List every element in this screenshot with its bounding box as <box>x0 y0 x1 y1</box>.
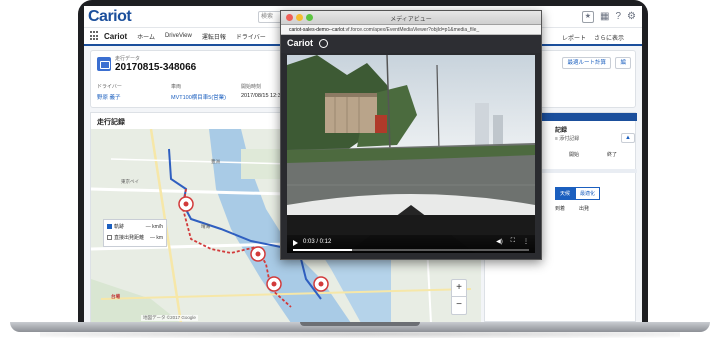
nav-item-more[interactable]: さらに表示 <box>594 33 624 42</box>
legend-checkbox-direct[interactable] <box>107 235 112 240</box>
field-start-time-value: 2017/08/15 12:33 <box>241 93 284 99</box>
field-driver-label: ドライバー <box>97 84 122 90</box>
viewer-brand-logo: Cariot <box>287 38 314 48</box>
map-label-bay: 東京ベイ <box>121 179 139 184</box>
nav-right: レポート さらに表示 <box>562 33 624 42</box>
window-titlebar[interactable]: メディアビュー <box>281 11 541 25</box>
more-options-icon[interactable]: ⋮ <box>523 238 529 245</box>
side-panel-columns: 到着 出発 <box>555 205 589 212</box>
viewer-brand-bar: Cariot <box>281 35 541 53</box>
map-zoom-control: + − <box>451 279 467 315</box>
side-panel-title: 記録 <box>555 128 568 134</box>
map-marker-4 <box>313 276 329 292</box>
nav-item-daily-report[interactable]: 運転日報 <box>202 32 226 41</box>
record-type-icon <box>97 57 111 71</box>
record-name: 20170815-348066 <box>115 62 197 73</box>
view-toggle: 天候 最適化 <box>555 187 601 200</box>
field-vehicle-value[interactable]: MVT100横目車5(営業) <box>171 93 226 101</box>
dashcam-video[interactable]: 0:03 / 0:12 ◀) ⛶ ⋮ <box>287 55 535 253</box>
zoom-out-button[interactable]: − <box>452 297 466 313</box>
field-driver: ドライバー 野原 義子 <box>97 83 122 101</box>
video-progress-bar[interactable] <box>293 249 529 251</box>
laptop-notch <box>300 322 420 326</box>
header-icons: ★ ▦ ? ⚙ <box>581 11 636 23</box>
upload-icon[interactable]: ▲ <box>621 133 635 143</box>
map-marker-3 <box>266 276 282 292</box>
play-icon[interactable] <box>293 240 298 246</box>
driving-record-title: 走行記録 <box>97 119 125 126</box>
url-bar[interactable]: cariot-sales-demo--carlot.vf.force.com/a… <box>281 25 541 35</box>
url-path: .vf.force.com/apex/EventMediaViewer?objI… <box>344 27 480 33</box>
nav-app-name: Cariot <box>104 31 128 41</box>
gear-icon[interactable]: ⚙ <box>627 11 636 23</box>
edit-button[interactable]: 編 <box>615 57 631 69</box>
map-marker-2 <box>250 246 266 262</box>
filter-end[interactable]: 終了 <box>607 151 617 158</box>
video-controls: 0:03 / 0:12 ◀) ⛶ ⋮ <box>287 235 535 253</box>
url-domain: cariot-sales-demo--carlot <box>289 27 345 33</box>
video-frame <box>287 55 535 253</box>
filter-start[interactable]: 開始 <box>569 151 579 158</box>
field-vehicle: 車両 MVT100横目車5(営業) <box>171 83 226 101</box>
legend-checkbox-track[interactable] <box>107 224 112 229</box>
map-label-daiba: 台場 <box>111 294 120 299</box>
map-label-toyosu: 豊洲 <box>211 159 220 164</box>
record-type-label: 走行データ <box>115 56 141 62</box>
field-vehicle-label: 車両 <box>171 84 182 90</box>
map-attribution: 地図データ ©2017 Google <box>141 315 198 321</box>
legend-label-direct: 直接出発距離 <box>114 235 145 241</box>
cariot-logo[interactable]: Cariot <box>88 8 132 26</box>
legend-value-track: — km/h <box>145 223 163 230</box>
col-arrival: 到着 <box>555 206 566 212</box>
laptop-screen: Cariot 検索 ★ ▦ ? ⚙ Cariot ホーム DriveView 運… <box>84 6 642 322</box>
map-marker-1 <box>178 196 194 212</box>
media-viewer-window: メディアビュー cariot-sales-demo--carlot.vf.for… <box>280 10 542 260</box>
legend-label-track: 軌跡 <box>114 224 125 230</box>
toggle-optimize[interactable]: 最適化 <box>575 187 601 200</box>
window-title: メディアビュー <box>390 17 432 23</box>
nav-item-driver[interactable]: ドライバー <box>236 32 266 41</box>
app-launcher-icon[interactable] <box>90 31 100 41</box>
volume-icon[interactable]: ◀) <box>496 238 503 245</box>
zoom-in-button[interactable]: + <box>452 280 466 297</box>
attachments-label: ≡ 添付記録 <box>555 136 580 142</box>
video-time: 0:03 / 0:12 <box>303 239 332 245</box>
video-progress-fill <box>293 249 352 251</box>
toggle-weather[interactable]: 天候 <box>555 187 576 200</box>
col-departure: 出発 <box>579 206 590 212</box>
help-icon[interactable]: ? <box>615 11 621 23</box>
map-label-harumi: 晴海 <box>201 224 210 229</box>
legend-row-track[interactable]: 軌跡 — km/h <box>107 223 163 230</box>
field-driver-value[interactable]: 野原 義子 <box>97 93 122 101</box>
legend-row-direct[interactable]: 直接出発距離 — km <box>107 234 163 241</box>
grid-icon[interactable]: ▦ <box>600 11 609 23</box>
nav-item-driveview[interactable]: DriveView <box>165 33 192 39</box>
field-start-time-label: 開始時刻 <box>241 84 262 90</box>
fullscreen-icon[interactable]: ⛶ <box>511 238 515 245</box>
brand-mark-icon <box>319 39 328 48</box>
legend-value-direct: — km <box>149 234 163 241</box>
field-start-time: 開始時刻 2017/08/15 12:33 <box>241 83 284 99</box>
video-controls-right: ◀) ⛶ ⋮ <box>496 238 529 245</box>
map-legend: 軌跡 — km/h 直接出発距離 — km <box>103 219 167 247</box>
nav-item-report[interactable]: レポート <box>562 33 586 42</box>
nav-item-home[interactable]: ホーム <box>137 32 155 41</box>
optimal-route-button[interactable]: 最適ルート計算 <box>562 57 611 69</box>
favorites-icon[interactable]: ★ <box>581 11 595 23</box>
